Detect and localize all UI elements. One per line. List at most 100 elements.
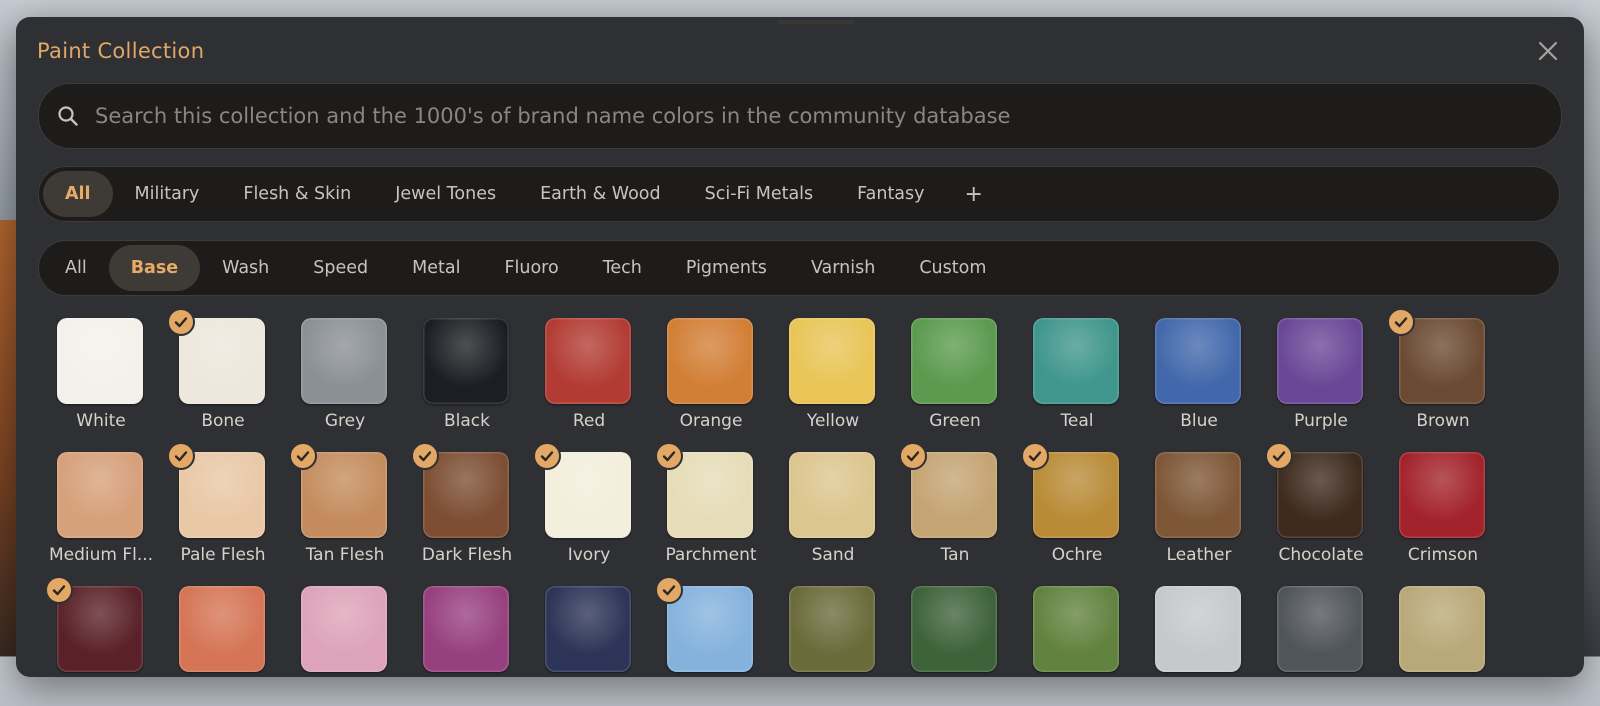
close-button[interactable] xyxy=(1534,37,1562,65)
swatch-color xyxy=(57,452,143,538)
paint-swatch[interactable]: Red xyxy=(528,314,650,438)
paint-swatch[interactable]: Tan xyxy=(894,442,1016,572)
paint-swatch[interactable]: Pale Flesh xyxy=(162,442,284,572)
paint-type-tab-base[interactable]: Base xyxy=(108,245,201,291)
paint-swatch[interactable]: Yellow xyxy=(772,314,894,438)
swatch-name: Red xyxy=(572,411,606,431)
paint-swatch[interactable] xyxy=(772,582,894,706)
paint-swatch[interactable]: Grey xyxy=(284,314,406,438)
swatch-color xyxy=(911,318,997,404)
paint-swatch[interactable] xyxy=(1382,582,1504,706)
swatch-name: Yellow xyxy=(806,411,860,431)
paint-swatch[interactable]: Brown xyxy=(1382,308,1504,438)
paint-type-tab-varnish[interactable]: Varnish xyxy=(789,245,897,291)
collection-tab-sci-fi-metals[interactable]: Sci-Fi Metals xyxy=(683,171,836,217)
collection-tab-all[interactable]: All xyxy=(43,171,113,217)
swatch-color xyxy=(57,318,143,404)
paint-type-tab-all[interactable]: All xyxy=(43,245,109,291)
paint-swatch[interactable] xyxy=(1138,582,1260,706)
paint-swatch[interactable]: Dark Flesh xyxy=(406,442,528,572)
paint-type-tab-pigments[interactable]: Pigments xyxy=(664,245,789,291)
paint-swatch[interactable]: Orange xyxy=(650,314,772,438)
paint-swatch[interactable] xyxy=(1016,582,1138,706)
swatch-color xyxy=(1033,586,1119,672)
swatch-name: Ivory xyxy=(567,545,611,565)
swatch-color xyxy=(1033,318,1119,404)
swatch-name: Grey xyxy=(324,411,366,431)
paint-swatch[interactable]: Medium Fl... xyxy=(40,448,162,572)
paint-type-tabs: All Base Wash Speed Metal Fluoro Tech Pigments V… xyxy=(38,240,1560,296)
swatch-grid: White Bone Grey Black Red Orange Yellow Green Te… xyxy=(40,308,1485,706)
swatch-color xyxy=(1399,318,1485,404)
paint-swatch[interactable]: Sand xyxy=(772,448,894,572)
swatch-name: Dark Flesh xyxy=(421,545,513,565)
paint-type-tab-tech[interactable]: Tech xyxy=(581,245,664,291)
paint-swatch[interactable] xyxy=(162,582,284,706)
swatch-name: Crimson xyxy=(1407,545,1479,565)
search-bar xyxy=(38,83,1562,149)
paint-swatch[interactable]: Green xyxy=(894,314,1016,438)
swatch-color xyxy=(789,586,875,672)
collection-tab-fantasy[interactable]: Fantasy xyxy=(835,171,946,217)
swatch-color xyxy=(1277,452,1363,538)
paint-swatch[interactable]: White xyxy=(40,314,162,438)
drag-handle[interactable] xyxy=(778,20,854,24)
paint-swatch[interactable]: Crimson xyxy=(1382,448,1504,572)
swatch-color xyxy=(545,452,631,538)
swatch-name: Pale Flesh xyxy=(180,545,266,565)
check-icon xyxy=(899,442,927,470)
paint-type-tab-wash[interactable]: Wash xyxy=(200,245,291,291)
paint-swatch[interactable] xyxy=(40,576,162,706)
swatch-color xyxy=(301,318,387,404)
swatch-name: Chocolate xyxy=(1278,545,1364,565)
check-icon xyxy=(655,576,683,604)
paint-swatch[interactable] xyxy=(650,576,772,706)
paint-swatch[interactable]: Leather xyxy=(1138,448,1260,572)
paint-swatch[interactable]: Parchment xyxy=(650,442,772,572)
swatch-name: Black xyxy=(444,411,490,431)
paint-swatch[interactable]: Teal xyxy=(1016,314,1138,438)
paint-swatch[interactable] xyxy=(528,582,650,706)
paint-swatch[interactable] xyxy=(894,582,1016,706)
search-input[interactable] xyxy=(93,103,1561,129)
swatch-color xyxy=(789,452,875,538)
check-icon xyxy=(167,308,195,336)
swatch-color xyxy=(179,318,265,404)
add-collection-button[interactable]: + xyxy=(947,171,1001,217)
swatch-color xyxy=(1155,586,1241,672)
paint-type-tab-speed[interactable]: Speed xyxy=(291,245,390,291)
swatch-color xyxy=(911,586,997,672)
paint-swatch[interactable] xyxy=(1260,582,1382,706)
swatch-color xyxy=(667,586,753,672)
paint-swatch[interactable]: Tan Flesh xyxy=(284,442,406,572)
paint-type-tab-metal[interactable]: Metal xyxy=(390,245,482,291)
paint-swatch[interactable]: Black xyxy=(406,314,528,438)
swatch-name: Green xyxy=(929,411,981,431)
swatch-name: Blue xyxy=(1180,411,1218,431)
swatch-color xyxy=(1277,318,1363,404)
paint-swatch[interactable] xyxy=(284,582,406,706)
collection-tab-earth-and-wood[interactable]: Earth & Wood xyxy=(518,171,683,217)
paint-swatch[interactable]: Blue xyxy=(1138,314,1260,438)
collection-tab-military[interactable]: Military xyxy=(113,171,222,217)
close-icon xyxy=(1538,41,1558,61)
paint-swatch[interactable]: Chocolate xyxy=(1260,442,1382,572)
swatch-color xyxy=(545,318,631,404)
paint-swatch[interactable]: Bone xyxy=(162,308,284,438)
collection-tab-flesh-and-skin[interactable]: Flesh & Skin xyxy=(221,171,373,217)
collection-tab-jewel-tones[interactable]: Jewel Tones xyxy=(373,171,518,217)
swatch-color xyxy=(789,318,875,404)
check-icon xyxy=(655,442,683,470)
swatch-color xyxy=(301,452,387,538)
paint-swatch[interactable] xyxy=(406,582,528,706)
swatch-color xyxy=(423,452,509,538)
paint-swatch[interactable]: Purple xyxy=(1260,314,1382,438)
swatch-name: Leather xyxy=(1166,545,1232,565)
paint-type-tab-custom[interactable]: Custom xyxy=(897,245,1008,291)
swatch-name: Ochre xyxy=(1051,545,1103,565)
swatch-color xyxy=(301,586,387,672)
paint-swatch[interactable]: Ivory xyxy=(528,442,650,572)
paint-collection-dialog: Paint Collection AllMilitaryFlesh & Skin… xyxy=(16,17,1584,677)
paint-swatch[interactable]: Ochre xyxy=(1016,442,1138,572)
paint-type-tab-fluoro[interactable]: Fluoro xyxy=(482,245,580,291)
